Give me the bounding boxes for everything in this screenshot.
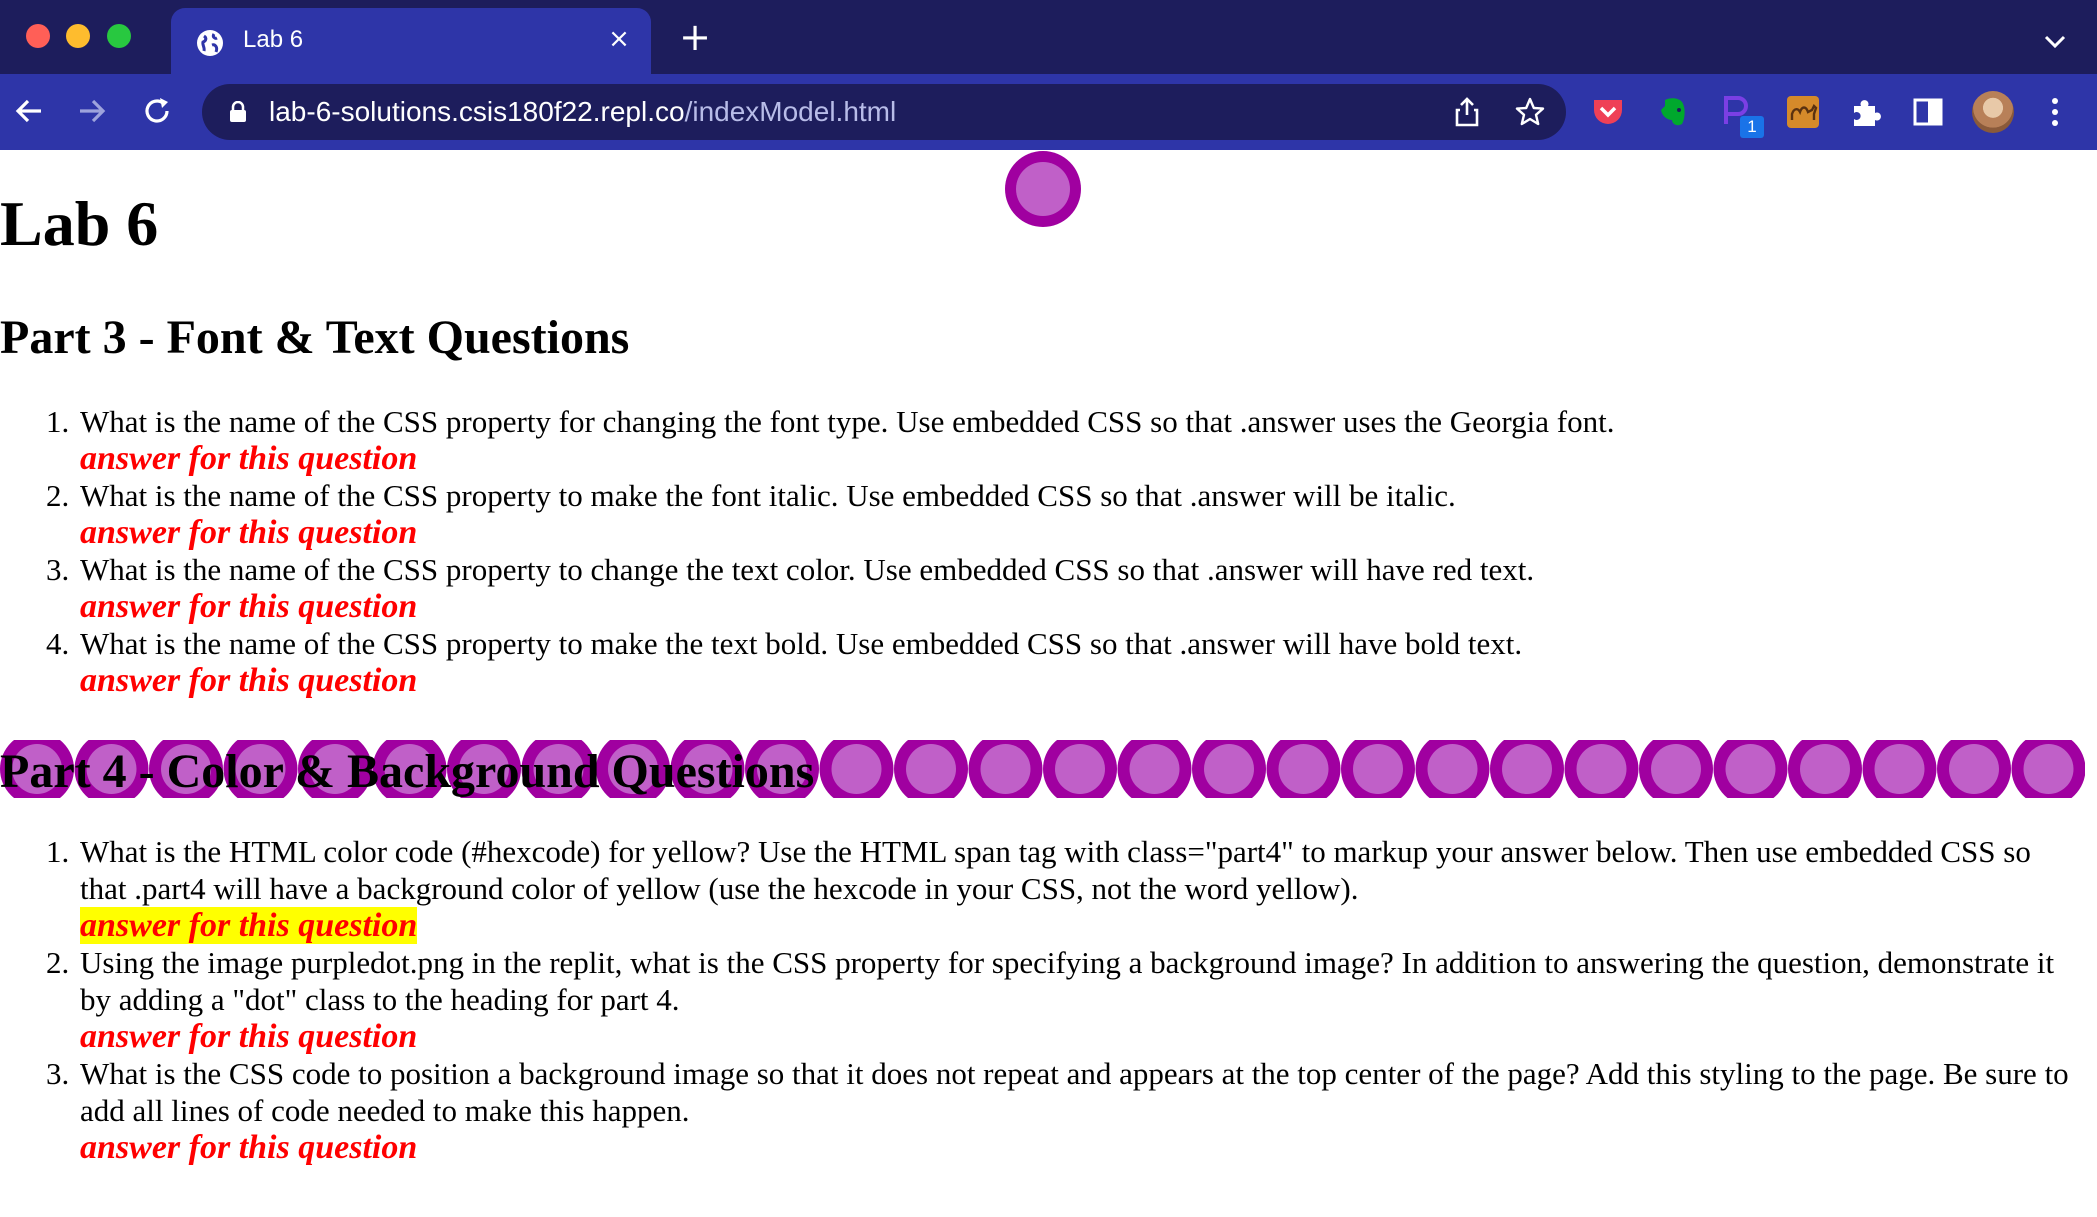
tab-title: Lab 6: [243, 26, 304, 53]
forward-arrow-icon[interactable]: [74, 93, 110, 129]
list-item: 2. What is the name of the CSS property t…: [46, 477, 2080, 551]
answer-text: answer for this question: [80, 588, 418, 625]
share-icon[interactable]: [1452, 96, 1482, 128]
part3-heading: Part 3 - Font & Text Questions: [0, 311, 630, 364]
back-arrow-icon[interactable]: [11, 93, 47, 129]
answer-text: answer for this question: [80, 662, 418, 699]
answer-text: answer for this question: [80, 1129, 418, 1166]
reload-icon[interactable]: [139, 93, 175, 129]
question-number: 2.: [46, 478, 70, 513]
new-tab-button[interactable]: +: [678, 18, 712, 56]
purple-dot-image: [1005, 151, 1081, 227]
browser-tab[interactable]: Lab 6 ×: [171, 8, 651, 74]
question-number: 1.: [46, 834, 70, 869]
side-panel-icon[interactable]: [1910, 94, 1946, 130]
pocket-icon[interactable]: [1590, 94, 1626, 130]
question-text: Using the image purpledot.png in the rep…: [80, 945, 2055, 1017]
list-item: 1. What is the HTML color code (#hexcode)…: [46, 833, 2080, 944]
answer-text: answer for this question: [80, 440, 418, 477]
profile-avatar[interactable]: [1972, 91, 2014, 133]
question-number: 1.: [46, 404, 70, 439]
question-number: 4.: [46, 626, 70, 661]
star-icon[interactable]: [1514, 96, 1546, 128]
list-item: 3. What is the name of the CSS property t…: [46, 551, 2080, 625]
question-text: What is the HTML color code (#hexcode) f…: [80, 834, 2031, 906]
minimize-window-button[interactable]: [66, 24, 90, 48]
extension-badge: 1: [1740, 116, 1764, 138]
camelcamelcamel-icon[interactable]: [1785, 94, 1821, 130]
part4-heading-text: Part 4 - Color & Background Questions: [0, 745, 815, 798]
list-item: 1. What is the name of the CSS property f…: [46, 403, 2080, 477]
list-item: 2. Using the image purpledot.png in the r…: [46, 944, 2080, 1055]
part4-heading: Part 4 - Color & Background Questions: [0, 742, 2085, 798]
question-number: 2.: [46, 945, 70, 980]
globe-icon: [197, 30, 223, 56]
question-number: 3.: [46, 1056, 70, 1091]
address-bar[interactable]: lab-6-solutions.csis180f22.repl.co/index…: [202, 84, 1566, 140]
list-item: 3. What is the CSS code to position a bac…: [46, 1055, 2080, 1166]
question-text: What is the name of the CSS property for…: [80, 404, 1615, 439]
close-window-button[interactable]: [26, 24, 50, 48]
answer-text: answer for this question: [80, 1018, 418, 1055]
answer-text-highlighted: answer for this question: [80, 907, 418, 944]
tab-close-button[interactable]: ×: [605, 22, 633, 56]
extensions-puzzle-icon[interactable]: [1848, 94, 1884, 130]
url-path: /indexModel.html: [684, 96, 897, 127]
more-menu-icon[interactable]: [2045, 94, 2065, 130]
question-number: 3.: [46, 552, 70, 587]
url-text[interactable]: lab-6-solutions.csis180f22.repl.co/index…: [269, 96, 896, 128]
question-text: What is the name of the CSS property to …: [80, 626, 1523, 661]
browser-toolbar: lab-6-solutions.csis180f22.repl.co/index…: [0, 74, 2097, 150]
lock-icon[interactable]: [228, 101, 248, 123]
maximize-window-button[interactable]: [107, 24, 131, 48]
evernote-icon[interactable]: [1655, 94, 1691, 130]
url-host: lab-6-solutions.csis180f22.repl.co: [269, 96, 685, 127]
question-text: What is the name of the CSS property to …: [80, 552, 1535, 587]
page-viewport: Lab 6 Part 3 - Font & Text Questions 1. W…: [0, 150, 2097, 1217]
part4-question-list: 1. What is the HTML color code (#hexcode)…: [46, 833, 2080, 1166]
page-title: Lab 6: [0, 188, 159, 259]
chevron-down-icon[interactable]: [2040, 26, 2070, 56]
part3-question-list: 1. What is the name of the CSS property f…: [46, 403, 2080, 699]
question-text: What is the name of the CSS property to …: [80, 478, 1456, 513]
answer-text: answer for this question: [80, 514, 418, 551]
list-item: 4. What is the name of the CSS property t…: [46, 625, 2080, 699]
question-text: What is the CSS code to position a backg…: [80, 1056, 2069, 1128]
browser-tab-bar: Lab 6 × +: [0, 0, 2097, 74]
